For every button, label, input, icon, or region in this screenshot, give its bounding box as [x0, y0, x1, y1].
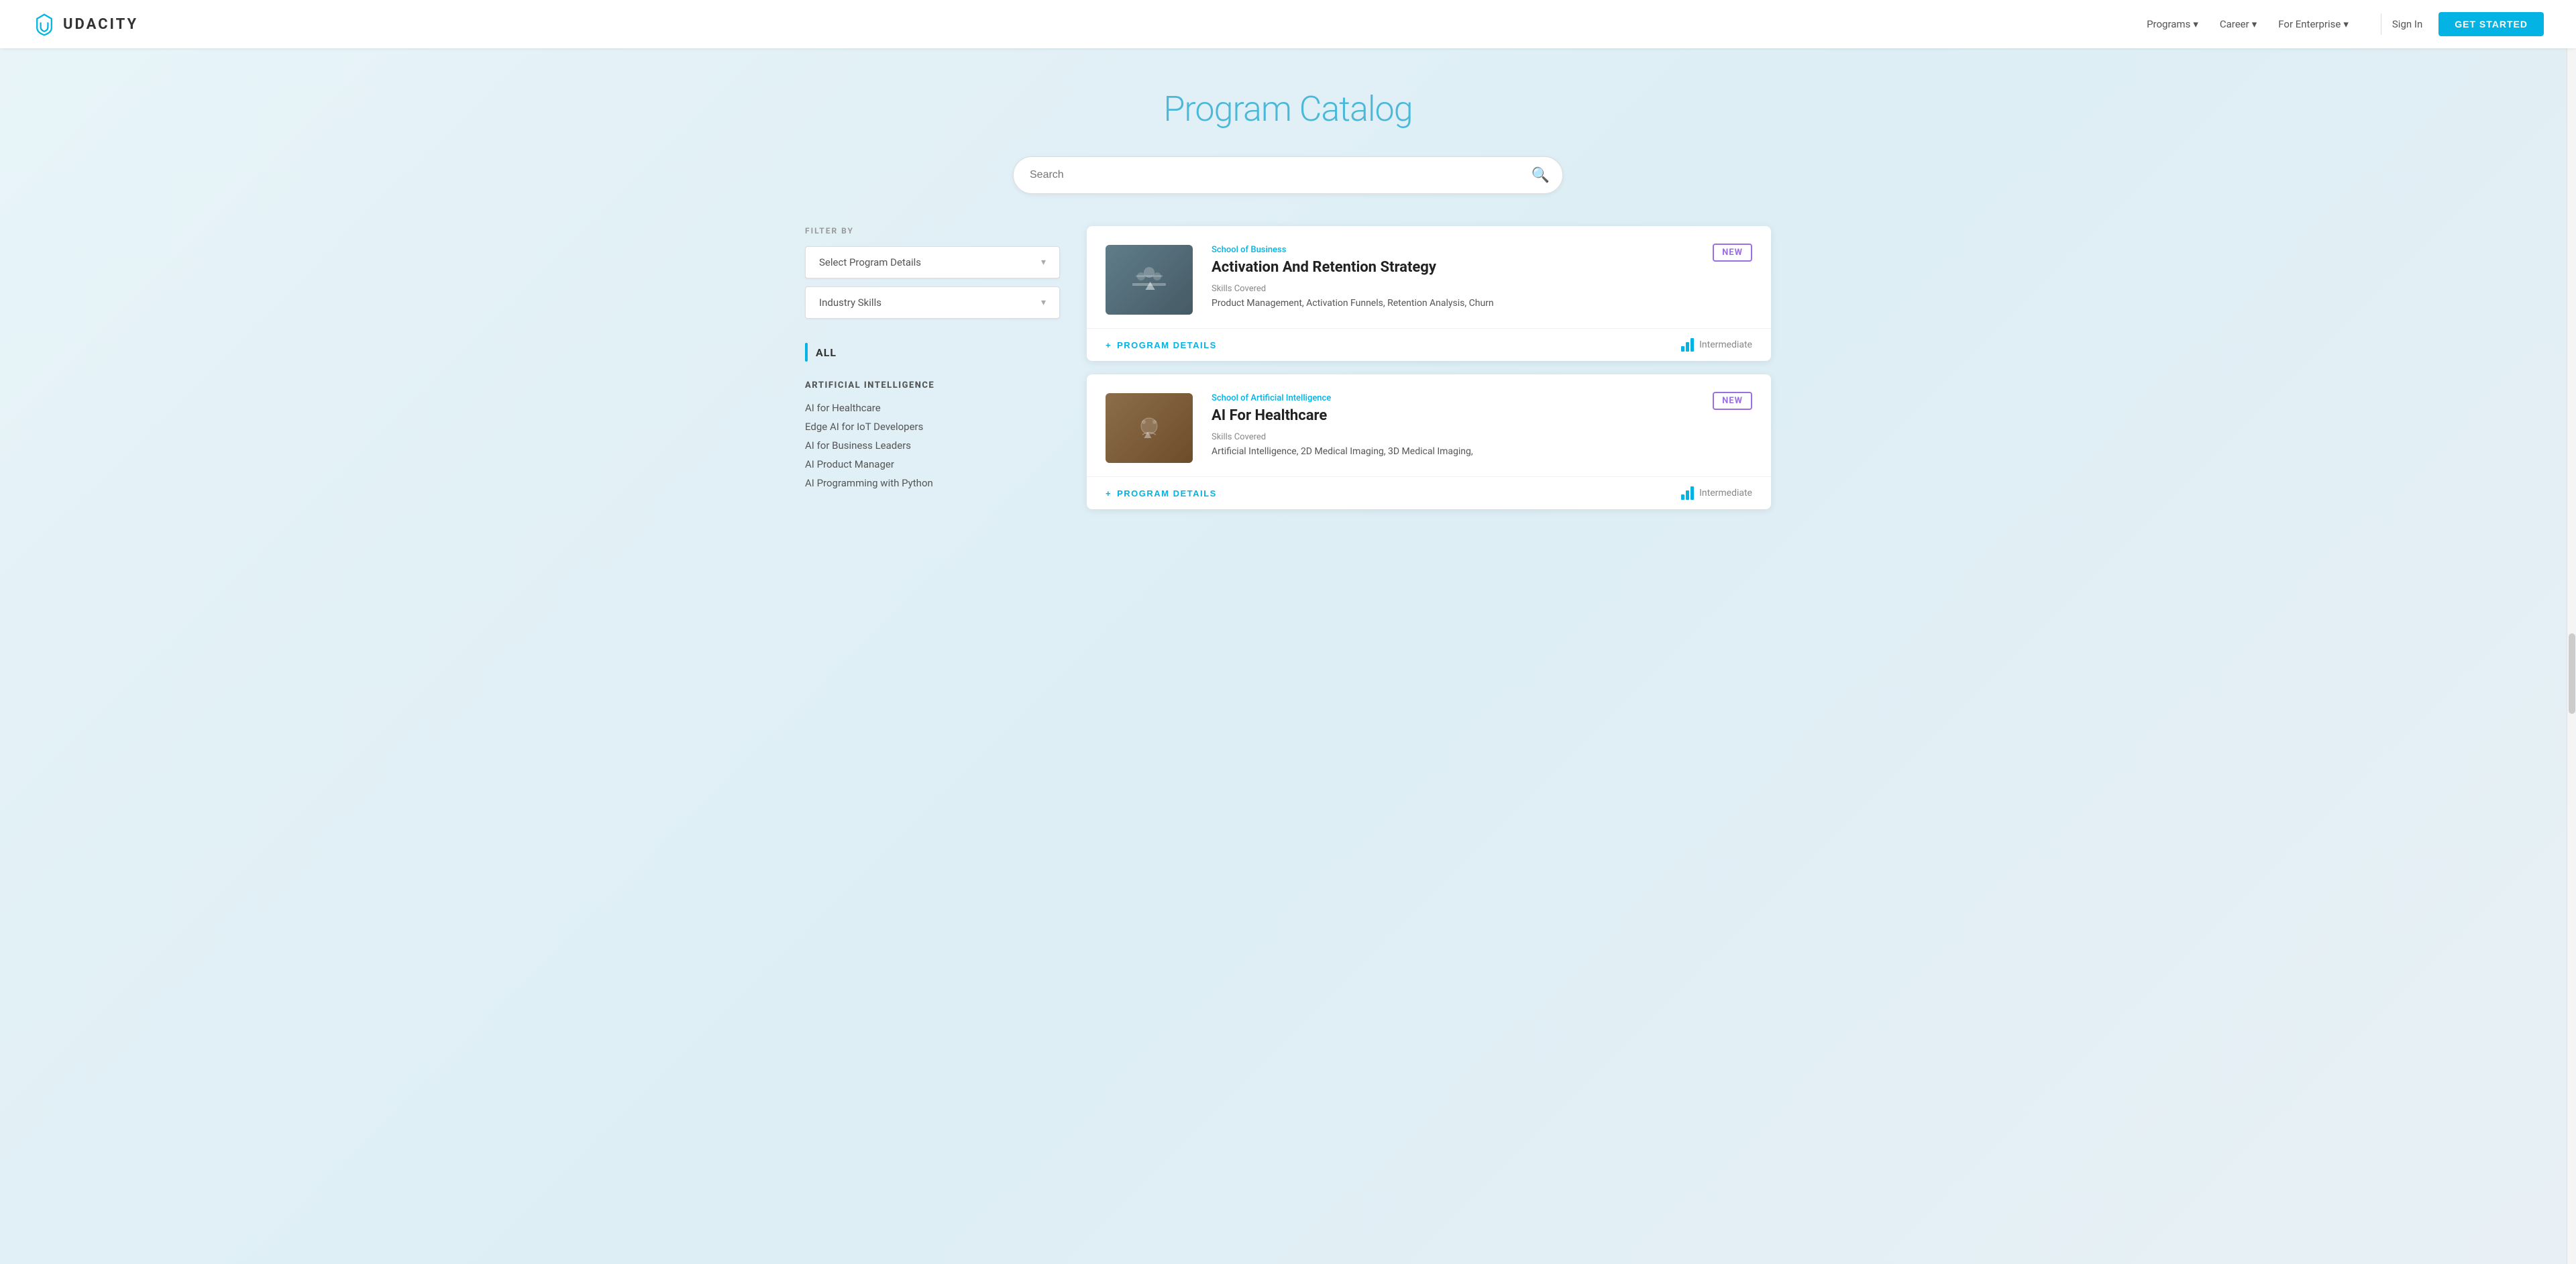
enterprise-nav-link[interactable]: For Enterprise ▾: [2278, 18, 2349, 30]
catalog-list: ⛰ School of Business Activation And Rete…: [1087, 226, 1771, 509]
sidebar-item-ai-python[interactable]: AI Programming with Python: [805, 474, 1060, 492]
enterprise-chevron-icon: ▾: [2343, 18, 2349, 30]
plus-icon-activation: +: [1106, 340, 1112, 350]
card-thumbnail-ai-healthcare: ⛰: [1106, 393, 1193, 463]
card-school-activation: School of Business: [1212, 245, 1694, 255]
thumbnail-ai-svg: ⛰: [1129, 411, 1169, 445]
udacity-logo-icon: [32, 12, 56, 36]
career-nav-link[interactable]: Career ▾: [2220, 18, 2257, 30]
nav-all-bar: [805, 343, 808, 362]
select-program-dropdown[interactable]: Select Program Details ▾: [805, 246, 1060, 278]
card-skills-activation: Product Management, Activation Funnels, …: [1212, 297, 1694, 311]
card-skills-label-activation: Skills Covered: [1212, 284, 1694, 294]
page-title: Program Catalog: [32, 89, 2544, 129]
nav-links: Programs ▾ Career ▾ For Enterprise ▾: [2147, 18, 2349, 30]
level-indicator-ai-healthcare: Intermediate: [1681, 486, 1752, 500]
program-details-button-ai-healthcare[interactable]: + PROGRAM DETAILS: [1106, 488, 1217, 498]
content-layout: FILTER BY Select Program Details ▾ Indus…: [805, 226, 1771, 509]
filter-label: FILTER BY: [805, 226, 1060, 235]
card-title-ai-healthcare: AI For Healthcare: [1212, 407, 1694, 424]
card-title-activation: Activation And Retention Strategy: [1212, 259, 1694, 276]
card-info-activation: School of Business Activation And Retent…: [1212, 245, 1694, 311]
svg-text:⛰: ⛰: [1144, 429, 1152, 440]
scrollbar-thumb[interactable]: [2569, 633, 2575, 714]
sidebar-item-edge-ai[interactable]: Edge AI for IoT Developers: [805, 417, 1060, 436]
card-thumbnail-activation: ⛰: [1106, 245, 1193, 315]
programs-nav-link[interactable]: Programs ▾: [2147, 18, 2198, 30]
card-school-ai-healthcare: School of Artificial Intelligence: [1212, 393, 1694, 403]
bar-chart-icon-activation: [1681, 338, 1694, 352]
career-chevron-icon: ▾: [2252, 18, 2257, 30]
logo-area[interactable]: UDACITY: [32, 12, 138, 36]
thumbnail-business-svg: ⛰: [1129, 263, 1169, 297]
sidebar-category-ai: ARTIFICIAL INTELLIGENCE AI for Healthcar…: [805, 380, 1060, 492]
sidebar-nav: ALL ARTIFICIAL INTELLIGENCE AI for Healt…: [805, 337, 1060, 492]
card-top-ai-healthcare: ⛰ School of Artificial Intelligence AI F…: [1087, 374, 1771, 476]
search-container: 🔍: [1013, 156, 1563, 194]
search-button[interactable]: 🔍: [1532, 166, 1550, 184]
badge-new-ai-healthcare: NEW: [1713, 392, 1752, 410]
bar-chart-icon-ai-healthcare: [1681, 486, 1694, 500]
card-skills-label-ai-healthcare: Skills Covered: [1212, 432, 1694, 442]
thumbnail-business-img: ⛰: [1106, 245, 1193, 315]
logo-text: UDACITY: [63, 16, 138, 33]
search-icon: 🔍: [1532, 166, 1550, 183]
nav-right: Sign In GET STARTED: [2392, 12, 2544, 36]
scrollbar-area[interactable]: [2567, 0, 2576, 1264]
thumbnail-ai-img: ⛰: [1106, 393, 1193, 463]
search-input[interactable]: [1013, 156, 1563, 194]
sidebar: FILTER BY Select Program Details ▾ Indus…: [805, 226, 1060, 509]
industry-skills-chevron-icon: ▾: [1041, 297, 1046, 308]
program-card-ai-healthcare: ⛰ School of Artificial Intelligence AI F…: [1087, 374, 1771, 509]
sidebar-item-ai-healthcare[interactable]: AI for Healthcare: [805, 399, 1060, 417]
sidebar-item-ai-product-manager[interactable]: AI Product Manager: [805, 455, 1060, 474]
sidebar-item-ai-business[interactable]: AI for Business Leaders: [805, 436, 1060, 455]
program-card-activation: ⛰ School of Business Activation And Rete…: [1087, 226, 1771, 361]
card-footer-ai-healthcare: + PROGRAM DETAILS Intermediate: [1087, 476, 1771, 509]
select-program-chevron-icon: ▾: [1041, 257, 1046, 268]
level-indicator-activation: Intermediate: [1681, 338, 1752, 352]
programs-chevron-icon: ▾: [2193, 18, 2198, 30]
card-skills-ai-healthcare: Artificial Intelligence, 2D Medical Imag…: [1212, 445, 1694, 459]
sign-in-button[interactable]: Sign In: [2392, 18, 2422, 30]
card-badge-ai-healthcare: NEW: [1713, 393, 1752, 406]
navbar: UDACITY Programs ▾ Career ▾ For Enterpri…: [0, 0, 2576, 48]
industry-skills-dropdown[interactable]: Industry Skills ▾: [805, 286, 1060, 319]
card-badge-activation: NEW: [1713, 245, 1752, 258]
card-footer-activation: + PROGRAM DETAILS Intermediate: [1087, 328, 1771, 361]
card-info-ai-healthcare: School of Artificial Intelligence AI For…: [1212, 393, 1694, 459]
svg-text:⛰: ⛰: [1145, 279, 1155, 293]
nav-all[interactable]: ALL: [805, 337, 1060, 367]
plus-icon-ai-healthcare: +: [1106, 488, 1112, 498]
get-started-button[interactable]: GET STARTED: [2438, 12, 2544, 36]
badge-new-activation: NEW: [1713, 244, 1752, 262]
main-content: Program Catalog 🔍 FILTER BY Select Progr…: [0, 48, 2576, 541]
program-details-button-activation[interactable]: + PROGRAM DETAILS: [1106, 340, 1217, 350]
card-top-activation: ⛰ School of Business Activation And Rete…: [1087, 226, 1771, 328]
category-title-ai: ARTIFICIAL INTELLIGENCE: [805, 380, 1060, 390]
